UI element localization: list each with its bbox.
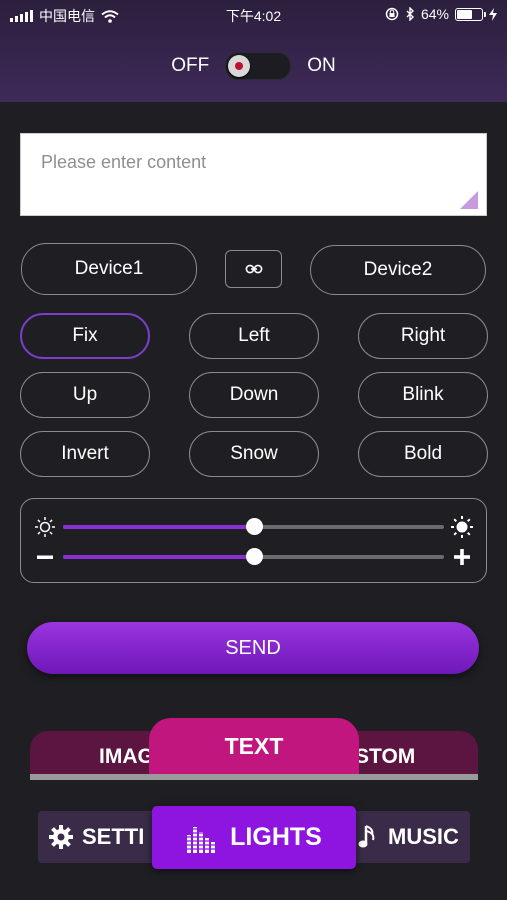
sun-dim-icon xyxy=(33,515,57,539)
send-button[interactable]: SEND xyxy=(27,622,479,674)
tab-text[interactable]: TEXT xyxy=(149,718,359,774)
battery-percent: 64% xyxy=(420,6,449,22)
mode-button-snow[interactable]: Snow xyxy=(189,431,319,477)
music-note-icon xyxy=(358,825,375,848)
mode-button-right[interactable]: Right xyxy=(358,313,488,359)
nav-lights-label: LIGHTS xyxy=(230,823,322,851)
status-bar: 中国电信 下午4:02 64% xyxy=(0,0,507,28)
brightness-slider-thumb[interactable] xyxy=(245,518,263,535)
nav-settings-label: SETTI xyxy=(82,824,145,849)
brightness-slider[interactable] xyxy=(63,518,444,535)
mode-button-left[interactable]: Left xyxy=(189,313,319,359)
link-icon xyxy=(245,264,262,274)
mode-button-up[interactable]: Up xyxy=(20,372,150,418)
brightness-slider-row xyxy=(21,512,486,542)
mode-button-invert[interactable]: Invert xyxy=(20,431,150,477)
off-label: OFF xyxy=(171,55,210,76)
on-label: ON xyxy=(307,55,336,76)
rotation-lock-icon xyxy=(385,7,399,21)
tab-image[interactable]: IMAG xyxy=(99,745,154,769)
gear-icon xyxy=(49,825,73,849)
minus-icon xyxy=(33,545,57,569)
switch-knob xyxy=(228,55,251,77)
tab-bar-divider xyxy=(30,774,478,780)
link-devices-button[interactable] xyxy=(225,250,282,288)
speed-slider[interactable] xyxy=(63,548,444,565)
battery-icon xyxy=(455,7,486,21)
nav-music-label: MUSIC xyxy=(388,824,459,849)
nav-music-button[interactable]: MUSIC xyxy=(350,811,470,863)
tab-custom[interactable]: STOM xyxy=(355,745,415,769)
slider-panel xyxy=(20,498,487,583)
power-toggle-row: OFF ON xyxy=(0,52,507,80)
resize-handle-icon[interactable] xyxy=(460,191,478,209)
charging-icon xyxy=(489,7,497,21)
nav-settings-button[interactable]: SETTI xyxy=(38,811,158,863)
nav-lights-button[interactable]: LIGHTS xyxy=(152,806,356,869)
bluetooth-icon xyxy=(406,7,414,21)
mode-button-bold[interactable]: Bold xyxy=(358,431,488,477)
speed-slider-row xyxy=(21,542,486,572)
content-input[interactable] xyxy=(21,134,486,215)
device1-button[interactable]: Device1 xyxy=(21,243,197,295)
equalizer-icon xyxy=(186,826,219,853)
mode-button-down[interactable]: Down xyxy=(189,372,319,418)
mode-button-fix[interactable]: Fix xyxy=(20,313,150,359)
speed-slider-thumb[interactable] xyxy=(245,548,263,565)
device2-button[interactable]: Device2 xyxy=(310,245,486,295)
content-input-box xyxy=(20,133,487,216)
mode-button-blink[interactable]: Blink xyxy=(358,372,488,418)
power-switch[interactable] xyxy=(225,52,292,80)
sun-bright-icon xyxy=(450,515,474,539)
plus-icon xyxy=(450,545,474,569)
